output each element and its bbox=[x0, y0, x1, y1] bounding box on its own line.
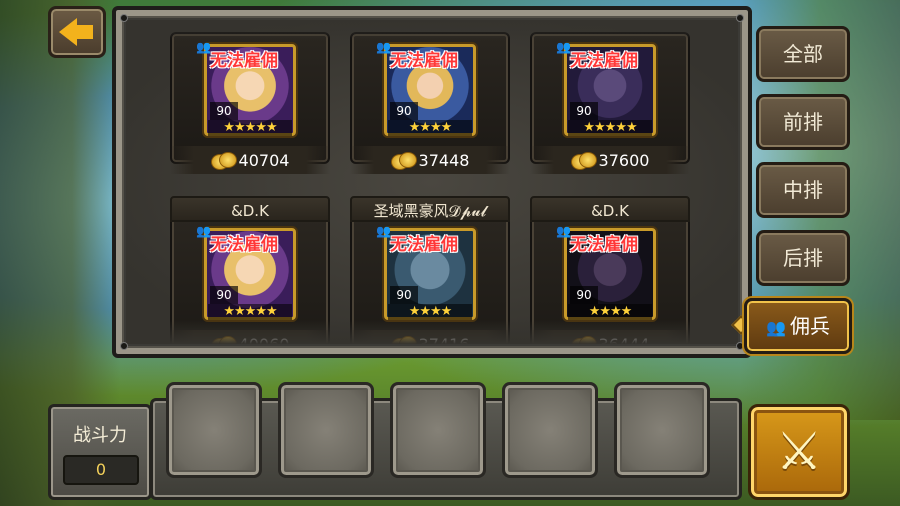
hire-price: 37448 bbox=[418, 150, 470, 170]
star-rating: ★★★★★ bbox=[568, 120, 652, 136]
tab-label: 佣兵 bbox=[789, 314, 830, 338]
tab-back-row[interactable]: 后排 bbox=[756, 230, 850, 286]
hero-list-scroll[interactable]: 👥 无法雇佣 90 ★★★★★ 40704 👥 无法雇佣 90 ★★★★ 374… bbox=[126, 20, 738, 344]
back-arrow-icon bbox=[59, 12, 95, 52]
mercenary-icon: 👥 bbox=[196, 224, 211, 238]
hero-card[interactable]: 👥 无法雇佣 90 ★★★★★ 40704 bbox=[170, 20, 330, 174]
rivet bbox=[736, 342, 744, 350]
tab-middle[interactable]: 中排 bbox=[756, 162, 850, 218]
gold-coin-icon bbox=[210, 150, 237, 170]
battle-button[interactable]: ⚔ bbox=[748, 404, 850, 500]
price-row: 37600 bbox=[530, 146, 690, 174]
tab-mercenary[interactable]: 👥 佣兵 bbox=[744, 298, 852, 354]
star-rating: ★★★★ bbox=[568, 304, 652, 320]
no-hire-label: 无法雇佣 bbox=[210, 235, 278, 255]
no-hire-label: 无法雇佣 bbox=[570, 51, 638, 71]
rivet bbox=[120, 14, 128, 22]
hire-price: 37600 bbox=[598, 150, 650, 170]
rivet bbox=[736, 14, 744, 22]
mercenary-icon: 👥 bbox=[556, 40, 571, 54]
star-rating: ★★★★★ bbox=[208, 120, 292, 136]
star-rating: ★★★★★ bbox=[208, 304, 292, 320]
scroll-fade-top bbox=[126, 20, 738, 40]
tab-front[interactable]: 前排 bbox=[756, 94, 850, 150]
mercenary-icon: 👥 bbox=[556, 224, 571, 238]
people-icon: 👥 bbox=[766, 318, 786, 337]
scroll-fade-bottom bbox=[126, 320, 738, 344]
hero-level: 90 bbox=[570, 286, 598, 304]
battle-power-box: 战斗力 0 bbox=[48, 404, 152, 500]
price-row: 40704 bbox=[170, 146, 330, 174]
battle-power-label: 战斗力 bbox=[73, 425, 127, 446]
owner-name: &D.K bbox=[170, 196, 330, 222]
back-button[interactable] bbox=[48, 6, 106, 58]
hire-price: 40704 bbox=[238, 150, 290, 170]
rivet bbox=[120, 342, 128, 350]
star-rating: ★★★★ bbox=[388, 304, 472, 320]
owner-name: 圣域黑豪风𝓓𝓹𝓾𝓵 bbox=[350, 196, 510, 222]
crossed-swords-icon: ⚔ bbox=[775, 422, 823, 482]
tab-all[interactable]: 全部 bbox=[756, 26, 850, 82]
formation-slot-2[interactable] bbox=[278, 382, 374, 478]
no-hire-label: 无法雇佣 bbox=[390, 235, 458, 255]
hero-list-panel: 👥 无法雇佣 90 ★★★★★ 40704 👥 无法雇佣 90 ★★★★ 374… bbox=[112, 6, 752, 358]
hero-level: 90 bbox=[390, 102, 418, 120]
hero-level: 90 bbox=[210, 286, 238, 304]
mercenary-icon: 👥 bbox=[376, 40, 391, 54]
no-hire-label: 无法雇佣 bbox=[570, 235, 638, 255]
formation-slot-3[interactable] bbox=[390, 382, 486, 478]
mercenary-icon: 👥 bbox=[196, 40, 211, 54]
gold-coin-icon bbox=[570, 150, 597, 170]
owner-name: &D.K bbox=[530, 196, 690, 222]
mercenary-icon: 👥 bbox=[376, 224, 391, 238]
hero-level: 90 bbox=[210, 102, 238, 120]
tab-label: 后排 bbox=[783, 246, 823, 270]
no-hire-label: 无法雇佣 bbox=[390, 51, 458, 71]
hero-card[interactable]: 👥 无法雇佣 90 ★★★★★ 37600 bbox=[530, 20, 690, 174]
formation-slot-5[interactable] bbox=[614, 382, 710, 478]
star-rating: ★★★★ bbox=[388, 120, 472, 136]
hero-level: 90 bbox=[570, 102, 598, 120]
tab-label: 中排 bbox=[783, 178, 823, 202]
tab-label: 全部 bbox=[783, 42, 823, 66]
battle-power-value: 0 bbox=[63, 455, 139, 485]
formation-slot-1[interactable] bbox=[166, 382, 262, 478]
no-hire-label: 无法雇佣 bbox=[210, 51, 278, 71]
formation-slot-4[interactable] bbox=[502, 382, 598, 478]
hero-level: 90 bbox=[390, 286, 418, 304]
tab-label: 前排 bbox=[783, 110, 823, 134]
price-row: 37448 bbox=[350, 146, 510, 174]
gold-coin-icon bbox=[390, 150, 417, 170]
hero-card[interactable]: 👥 无法雇佣 90 ★★★★ 37448 bbox=[350, 20, 510, 174]
